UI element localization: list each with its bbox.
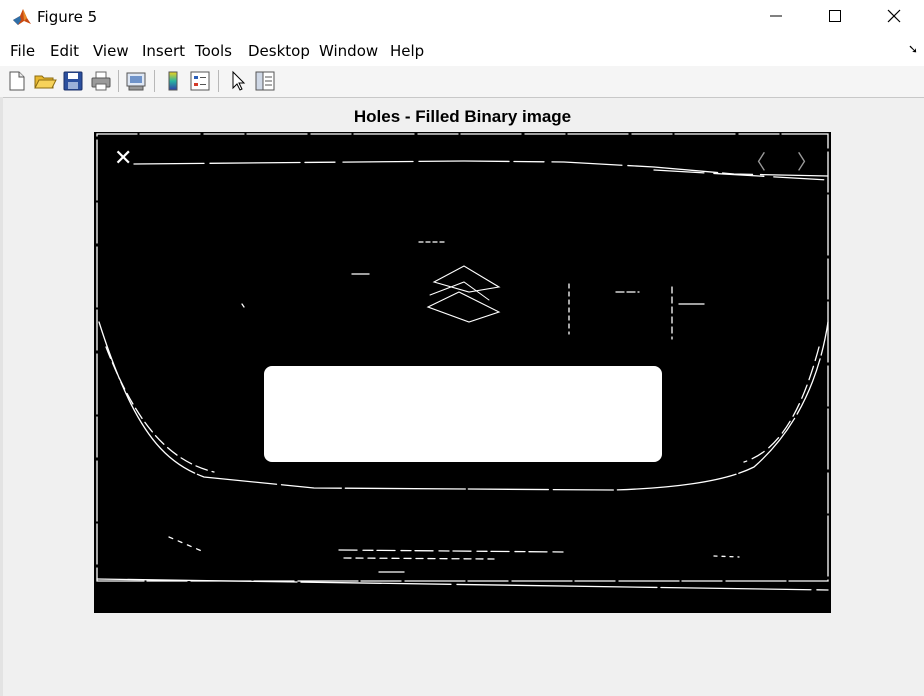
title-bar: Figure 5 (0, 0, 924, 34)
close-icon (887, 9, 901, 23)
minimize-icon (770, 15, 782, 17)
window-title: Figure 5 (37, 8, 98, 26)
legend-icon[interactable] (188, 69, 212, 93)
menu-insert[interactable]: Insert (142, 42, 185, 60)
menu-edit[interactable]: Edit (50, 42, 79, 60)
filled-plate-region (264, 366, 662, 462)
figure-toolbar (0, 66, 924, 98)
binary-image[interactable]: ✕ 〈 〉 (94, 132, 831, 613)
maximize-button[interactable] (812, 0, 858, 32)
image-close-icon[interactable]: ✕ (114, 146, 132, 171)
toolbar-separator (218, 70, 219, 92)
print-preview-icon[interactable] (124, 69, 148, 93)
open-file-icon[interactable] (33, 69, 57, 93)
print-icon[interactable] (89, 69, 113, 93)
colorbar-icon[interactable] (161, 69, 185, 93)
close-window-button[interactable] (871, 0, 917, 32)
menu-file[interactable]: File (10, 42, 35, 60)
minimize-button[interactable] (753, 0, 799, 32)
prev-arrow-icon[interactable]: 〈 (746, 146, 766, 175)
new-figure-icon[interactable] (5, 69, 29, 93)
menu-desktop[interactable]: Desktop (248, 42, 310, 60)
toolbar-separator (118, 70, 119, 92)
maximize-icon (829, 10, 841, 22)
matlab-icon (13, 9, 31, 25)
menu-bar: File Edit View Insert Tools Desktop Wind… (0, 34, 924, 67)
window-edge (0, 97, 3, 696)
next-arrow-icon[interactable]: 〉 (797, 146, 817, 175)
dock-arrow-icon[interactable]: ➘ (908, 42, 918, 56)
pointer-icon[interactable] (226, 69, 250, 93)
menu-tools[interactable]: Tools (195, 42, 232, 60)
save-icon[interactable] (61, 69, 85, 93)
menu-view[interactable]: View (93, 42, 129, 60)
toolbar-separator (154, 70, 155, 92)
menu-window[interactable]: Window (319, 42, 378, 60)
axes-title: Holes - Filled Binary image (353, 107, 572, 126)
property-editor-icon[interactable] (253, 69, 277, 93)
menu-help[interactable]: Help (390, 42, 424, 60)
